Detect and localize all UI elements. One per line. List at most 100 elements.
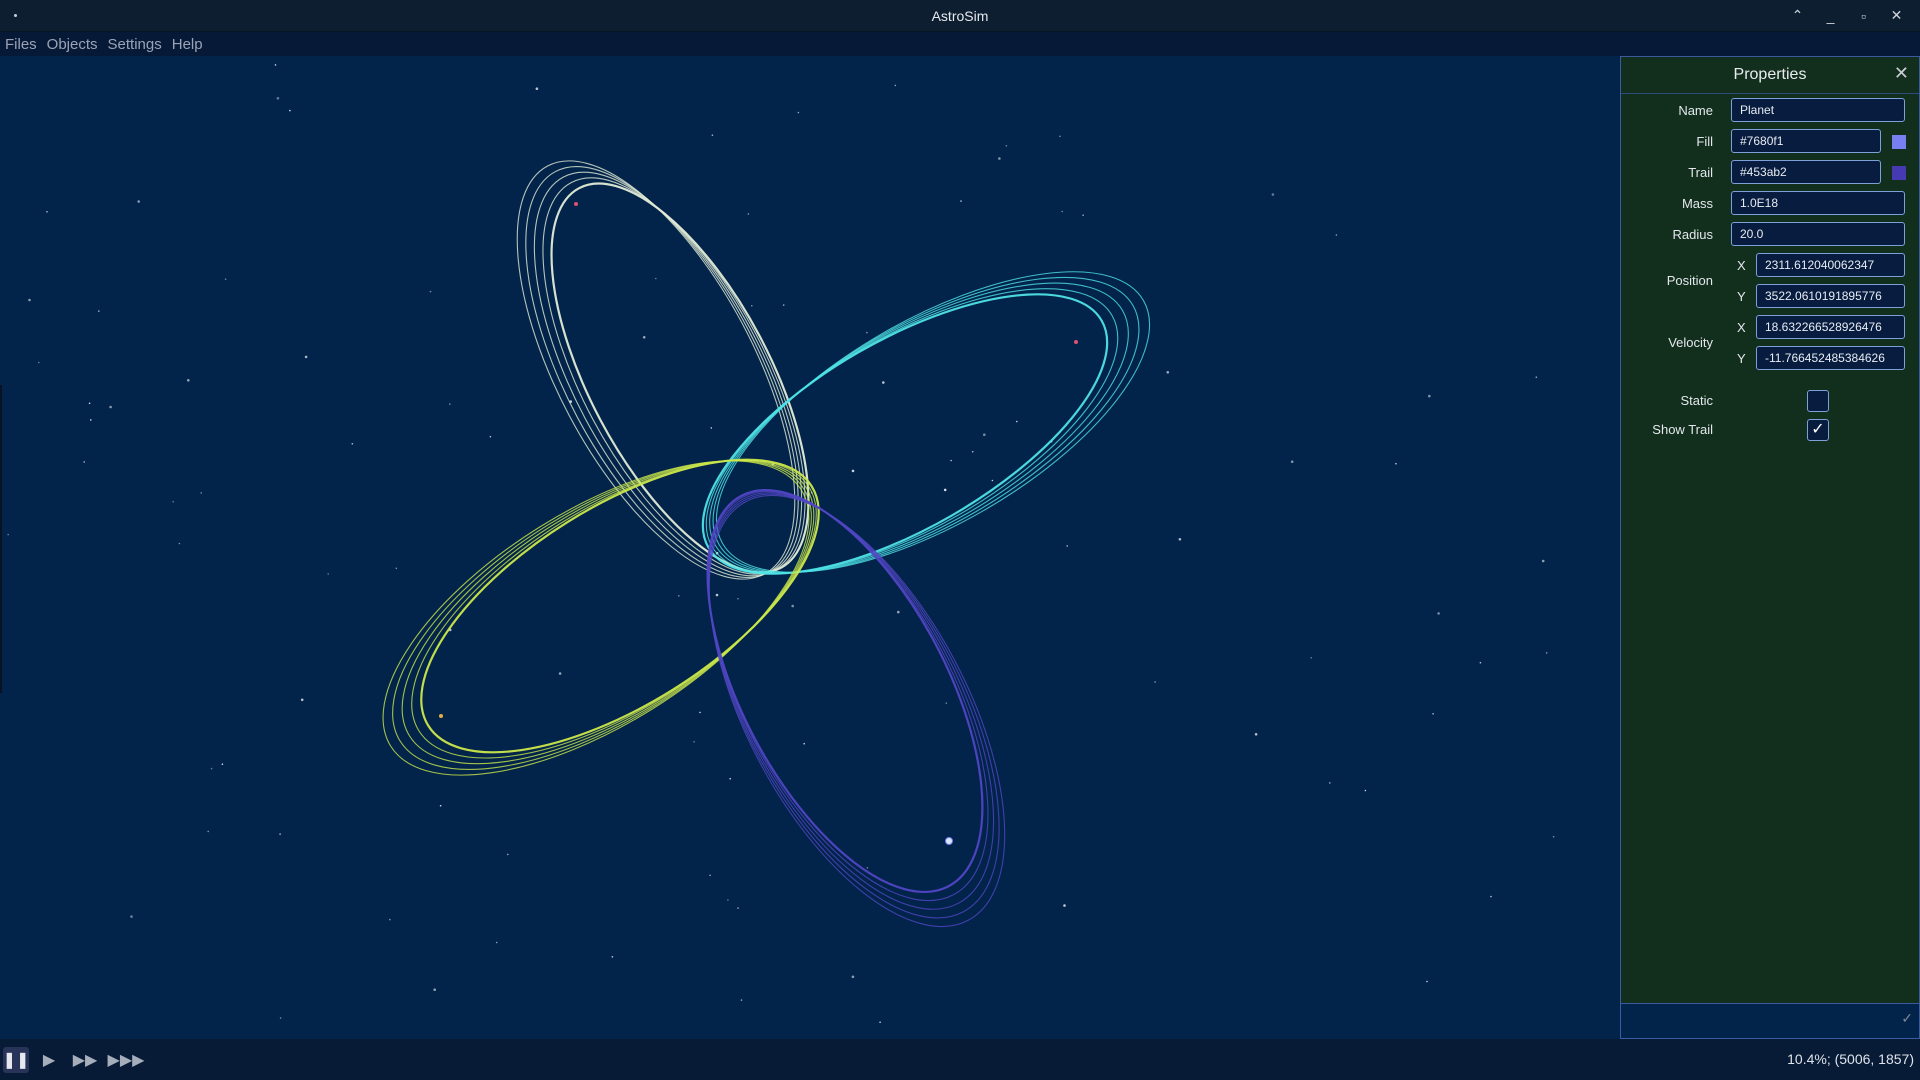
trail-label: Trail: [1688, 165, 1713, 180]
velocity-x-label: X: [1737, 320, 1746, 335]
fill-color-field[interactable]: #7680f1: [1731, 129, 1881, 153]
cyan-orbit: [701, 271, 1151, 575]
trail-color-field[interactable]: #453ab2: [1731, 160, 1881, 184]
star: [699, 711, 701, 714]
position-y-field[interactable]: 3522.0610191895776: [1756, 284, 1905, 308]
star: [642, 336, 646, 339]
simulation-canvas[interactable]: [0, 56, 1620, 1039]
star: [1066, 545, 1068, 547]
star: [1329, 782, 1331, 784]
star: [729, 777, 731, 780]
fast-forward-icon[interactable]: ▶▶: [72, 1047, 98, 1073]
menu-help[interactable]: Help: [167, 36, 208, 53]
fastest-forward-icon[interactable]: ▶▶▶: [108, 1047, 145, 1073]
star: [1437, 612, 1440, 615]
star: [797, 111, 800, 114]
planet-body[interactable]: [439, 714, 443, 718]
close-icon[interactable]: ✕: [1894, 63, 1909, 84]
star: [7, 533, 9, 536]
name-field[interactable]: Planet: [1731, 98, 1905, 122]
star: [737, 907, 739, 909]
orbit-trails: [382, 160, 1151, 928]
star: [879, 1021, 881, 1023]
show-trail-checkbox[interactable]: ✓: [1807, 419, 1829, 441]
static-checkbox[interactable]: [1807, 390, 1829, 412]
star: [1254, 733, 1258, 736]
close-icon[interactable]: ✕: [1881, 0, 1912, 31]
mass-label: Mass: [1681, 196, 1713, 211]
menu-settings[interactable]: Settings: [103, 36, 167, 53]
star: [894, 84, 897, 87]
star: [276, 97, 280, 100]
status-bar: ❚❚ ▶ ▶▶ ▶▶▶ 10.4%; (5006, 1857): [0, 1039, 1920, 1080]
position-x-field[interactable]: 2311.612040062347: [1756, 253, 1905, 277]
selected-planet[interactable]: [945, 837, 953, 845]
star: [224, 278, 227, 280]
chevron-up-icon[interactable]: ⌃: [1782, 0, 1813, 31]
star: [489, 435, 492, 438]
starfield: [7, 64, 1555, 1023]
star: [611, 956, 614, 958]
trail-color-swatch[interactable]: [1892, 166, 1906, 180]
orbit-trail-loop: [708, 494, 1006, 928]
star: [1082, 214, 1084, 216]
star: [90, 419, 92, 421]
star: [882, 381, 885, 384]
menu-files[interactable]: Files: [0, 36, 42, 53]
star: [710, 427, 713, 429]
star: [535, 87, 539, 90]
star: [709, 874, 711, 877]
star: [433, 988, 437, 991]
star: [200, 492, 202, 494]
maximize-icon[interactable]: ▫: [1848, 0, 1879, 31]
pause-icon[interactable]: ❚❚: [3, 1047, 29, 1073]
show-trail-label: Show Trail: [1652, 422, 1713, 437]
star: [866, 867, 869, 869]
planet-body[interactable]: [1074, 340, 1078, 344]
app-menu-icon[interactable]: [14, 14, 17, 17]
star: [429, 290, 432, 293]
star: [737, 597, 739, 600]
star: [1016, 420, 1018, 423]
mass-field[interactable]: 1.0E18: [1731, 191, 1905, 215]
star: [866, 331, 868, 334]
play-icon[interactable]: ▶: [36, 1047, 62, 1073]
star: [83, 461, 85, 463]
star: [851, 975, 855, 979]
star: [1061, 210, 1063, 213]
star: [1428, 394, 1431, 398]
star: [207, 830, 209, 833]
fill-color-swatch[interactable]: [1892, 135, 1906, 149]
static-label: Static: [1680, 393, 1713, 408]
velocity-x-field[interactable]: 18.632266528926476: [1756, 315, 1905, 339]
star: [1432, 713, 1434, 715]
menu-bar: Files Objects Settings Help: [0, 32, 1920, 56]
properties-title: Properties: [1733, 66, 1807, 83]
star: [950, 459, 952, 462]
star: [28, 298, 31, 302]
radius-field[interactable]: 20.0: [1731, 222, 1905, 246]
star: [389, 918, 391, 921]
star: [715, 593, 719, 597]
star: [221, 763, 224, 765]
star: [1005, 145, 1008, 147]
star: [803, 742, 805, 745]
star: [289, 109, 291, 112]
menu-objects[interactable]: Objects: [42, 36, 103, 53]
star: [1154, 681, 1156, 683]
star: [1290, 460, 1294, 464]
star: [740, 999, 743, 1001]
star: [1063, 904, 1066, 907]
star: [439, 804, 442, 807]
star: [1541, 559, 1545, 563]
planet-body[interactable]: [574, 202, 578, 206]
orbit-trail-loop: [401, 459, 815, 765]
star: [1395, 462, 1397, 465]
apply-check-icon[interactable]: ✓: [1901, 1010, 1913, 1027]
orbit-trail-loop: [525, 166, 799, 578]
minimize-icon[interactable]: _: [1815, 0, 1846, 31]
simulation-view[interactable]: [0, 56, 1620, 1039]
star: [274, 64, 277, 66]
velocity-y-field[interactable]: -11.766452485384626: [1756, 346, 1905, 370]
star: [109, 405, 112, 409]
